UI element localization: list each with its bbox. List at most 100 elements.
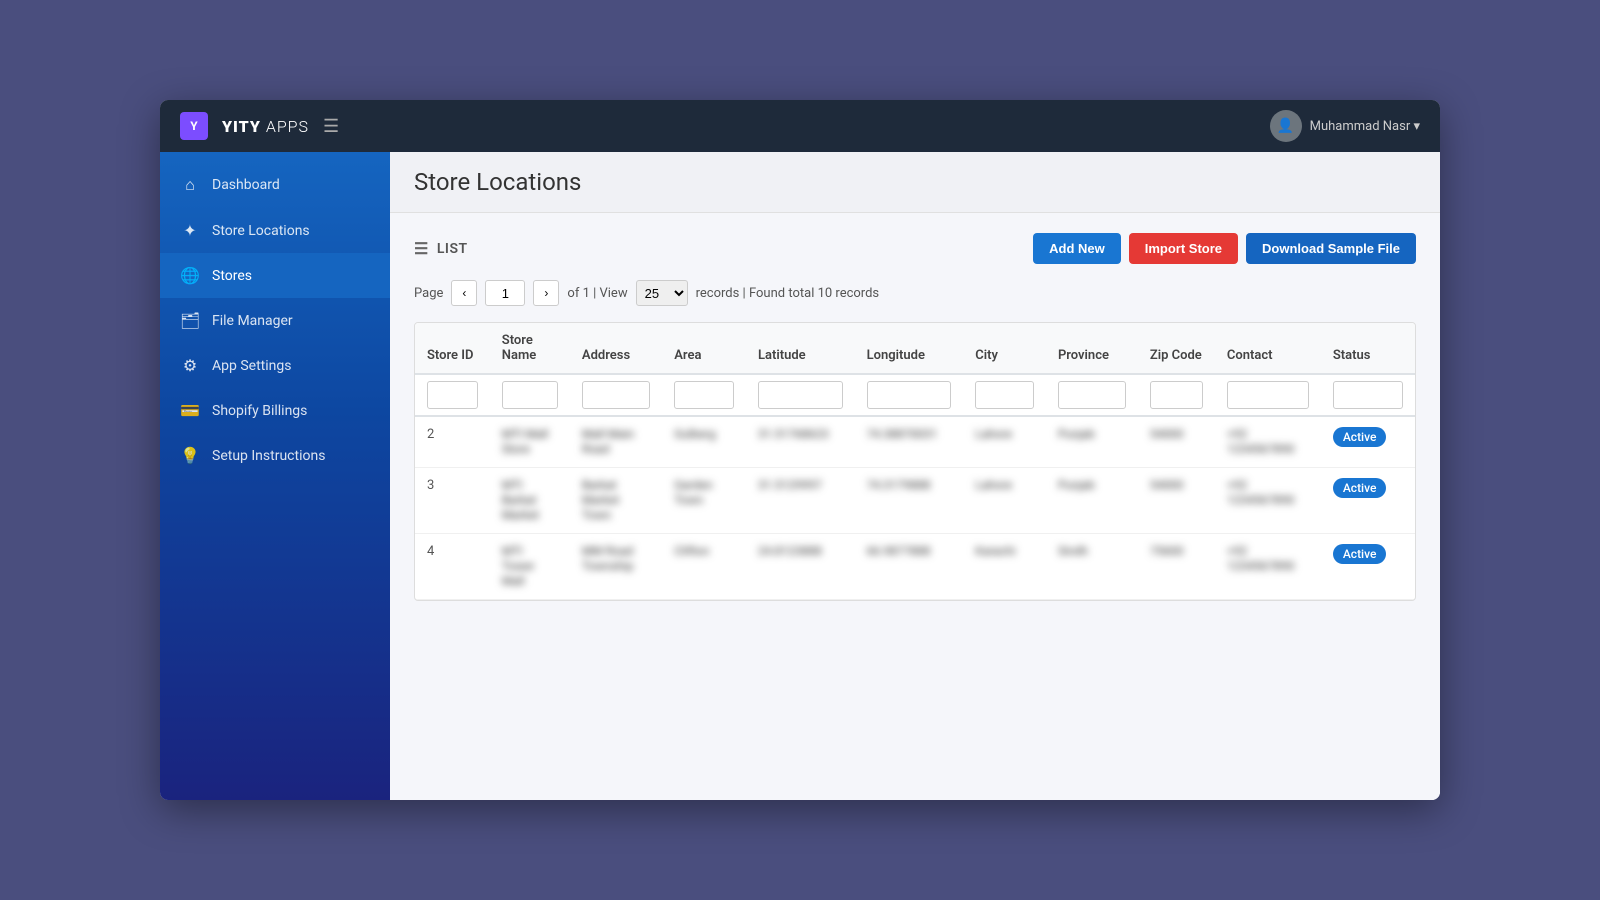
filter-province[interactable] <box>1058 381 1126 409</box>
main-content: Store Locations ☰ LIST Add New Import St… <box>390 152 1440 800</box>
table-row: 3 MTI Barkat Market Barkat Market Town G… <box>415 468 1415 534</box>
page-label: Page <box>414 286 443 301</box>
col-city: City <box>963 323 1046 374</box>
filter-longitude[interactable] <box>867 381 952 409</box>
sidebar-item-label: Setup Instructions <box>212 448 325 464</box>
folder-icon: 🗂 <box>180 311 200 330</box>
sidebar-item-shopify-billings[interactable]: 💳 Shopify Billings <box>160 388 390 433</box>
records-info: records | Found total 10 records <box>696 286 880 301</box>
card-icon: 💳 <box>180 401 200 420</box>
sidebar-item-file-manager[interactable]: 🗂 File Manager <box>160 298 390 343</box>
content-body: ☰ LIST Add New Import Store Download Sam… <box>390 213 1440 621</box>
sidebar-item-dashboard[interactable]: ⌂ Dashboard <box>160 162 390 208</box>
cell-store-name: MTI Mall Store <box>490 416 570 468</box>
filter-contact[interactable] <box>1227 381 1309 409</box>
col-province: Province <box>1046 323 1138 374</box>
cell-longitude: 74.38870031 <box>855 416 964 468</box>
cell-province: Punjab <box>1046 468 1138 534</box>
cell-contact: +92 1234567890 <box>1215 416 1321 468</box>
nav-left: Y YITY APPS ☰ <box>180 112 339 140</box>
prev-page-button[interactable]: ‹ <box>451 280 477 306</box>
sidebar: ⌂ Dashboard ✦ Store Locations 🌐 Stores 🗂… <box>160 152 390 800</box>
list-icon: ☰ <box>414 239 429 258</box>
cell-area: Gulberg <box>662 416 746 468</box>
col-zip-code: Zip Code <box>1138 323 1215 374</box>
download-sample-button[interactable]: Download Sample File <box>1246 233 1416 264</box>
list-header: ☰ LIST Add New Import Store Download Sam… <box>414 233 1416 264</box>
cell-id: 3 <box>415 468 490 534</box>
cell-address: MM Road Township <box>570 534 662 600</box>
total-pages-label: of 1 | View <box>567 286 627 301</box>
sidebar-item-app-settings[interactable]: ⚙ App Settings <box>160 343 390 388</box>
cell-zip-code: 54000 <box>1138 416 1215 468</box>
filter-address[interactable] <box>582 381 650 409</box>
top-navbar: Y YITY APPS ☰ 👤 Muhammad Nasr ▾ <box>160 100 1440 152</box>
cell-store-name: MTI Barkat Market <box>490 468 570 534</box>
filter-store-id[interactable] <box>427 381 478 409</box>
next-page-button[interactable]: › <box>533 280 559 306</box>
cell-status: Active <box>1321 416 1415 468</box>
globe-icon: 🌐 <box>180 266 200 285</box>
col-contact: Contact <box>1215 323 1321 374</box>
cell-latitude: 31.51768623 <box>746 416 855 468</box>
cell-id: 2 <box>415 416 490 468</box>
page-header: Store Locations <box>390 152 1440 213</box>
sidebar-item-store-locations[interactable]: ✦ Store Locations <box>160 208 390 253</box>
nav-right: 👤 Muhammad Nasr ▾ <box>1270 110 1420 142</box>
cell-store-name: MTI Tower Mall <box>490 534 570 600</box>
filter-zip-code[interactable] <box>1150 381 1203 409</box>
col-store-id: Store ID <box>415 323 490 374</box>
sidebar-item-label: Shopify Billings <box>212 403 307 419</box>
filter-city[interactable] <box>975 381 1034 409</box>
add-new-button[interactable]: Add New <box>1033 233 1121 264</box>
cell-latitude: 31.5129997 <box>746 468 855 534</box>
pagination-bar: Page ‹ › of 1 | View 25 50 100 records |… <box>414 280 1416 306</box>
store-locations-icon: ✦ <box>180 221 200 240</box>
cell-area: Clifton <box>662 534 746 600</box>
avatar: 👤 <box>1270 110 1302 142</box>
sidebar-item-label: Stores <box>212 268 252 284</box>
cell-zip-code: 75600 <box>1138 534 1215 600</box>
list-label: ☰ LIST <box>414 239 468 258</box>
gear-icon: ⚙ <box>180 356 200 375</box>
page-title: Store Locations <box>414 168 1416 196</box>
action-buttons: Add New Import Store Download Sample Fil… <box>1033 233 1416 264</box>
page-number-input[interactable] <box>485 280 525 306</box>
data-table: Store ID Store Name Address Area Latitud… <box>414 322 1416 601</box>
sidebar-item-stores[interactable]: 🌐 Stores <box>160 253 390 298</box>
sidebar-item-label: Store Locations <box>212 223 310 239</box>
cell-longitude: 74.3179888 <box>855 468 964 534</box>
filter-area[interactable] <box>674 381 734 409</box>
logo-text: YITY APPS <box>222 117 309 136</box>
col-latitude: Latitude <box>746 323 855 374</box>
col-status: Status <box>1321 323 1415 374</box>
hamburger-icon[interactable]: ☰ <box>323 116 339 137</box>
table-row: 4 MTI Tower Mall MM Road Township Clifto… <box>415 534 1415 600</box>
filter-status[interactable] <box>1333 381 1403 409</box>
sidebar-item-label: App Settings <box>212 358 291 374</box>
filter-store-name[interactable] <box>502 381 558 409</box>
cell-contact: +92 1234567890 <box>1215 468 1321 534</box>
col-store-name: Store Name <box>490 323 570 374</box>
cell-province: Sindh <box>1046 534 1138 600</box>
sidebar-item-label: Dashboard <box>212 177 280 193</box>
cell-city: Karachi <box>963 534 1046 600</box>
sidebar-item-setup-instructions[interactable]: 💡 Setup Instructions <box>160 433 390 478</box>
cell-id: 4 <box>415 534 490 600</box>
col-longitude: Longitude <box>855 323 964 374</box>
sidebar-item-label: File Manager <box>212 313 293 329</box>
cell-contact: +92 1234567890 <box>1215 534 1321 600</box>
import-store-button[interactable]: Import Store <box>1129 233 1238 264</box>
cell-area: Garden Town <box>662 468 746 534</box>
cell-status: Active <box>1321 468 1415 534</box>
col-address: Address <box>570 323 662 374</box>
table-row: 2 MTI Mall Store Mall Main Road Gulberg … <box>415 416 1415 468</box>
cell-province: Punjab <box>1046 416 1138 468</box>
user-name: Muhammad Nasr ▾ <box>1310 119 1420 134</box>
filter-latitude[interactable] <box>758 381 843 409</box>
cell-address: Mall Main Road <box>570 416 662 468</box>
cell-status: Active <box>1321 534 1415 600</box>
cell-city: Lahore <box>963 468 1046 534</box>
cell-zip-code: 54000 <box>1138 468 1215 534</box>
view-select[interactable]: 25 50 100 <box>636 280 688 306</box>
